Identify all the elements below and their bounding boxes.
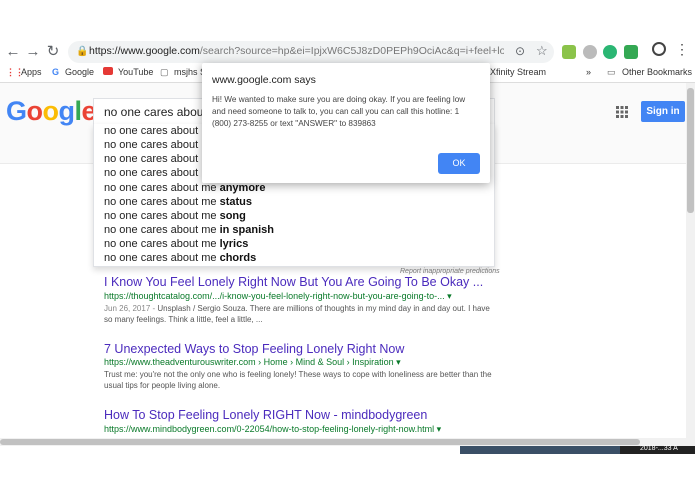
taskbar-item[interactable]: [460, 446, 620, 454]
suggestion-item[interactable]: no one cares about me lyrics: [104, 237, 248, 251]
result-url[interactable]: https://www.mindbodygreen.com/0-22054/ho…: [104, 424, 441, 435]
suggestion-item[interactable]: no one cares about me status: [104, 195, 252, 209]
grammar-extension-icon[interactable]: [624, 45, 638, 59]
result-title-link[interactable]: How To Stop Feeling Lonely RIGHT Now - m…: [104, 408, 427, 422]
suggestion-item[interactable]: no one cares about me song: [104, 209, 246, 223]
taskbar-clock: 2018-...33 A: [640, 445, 678, 452]
suggestion-item[interactable]: no one cares about m: [104, 138, 210, 152]
result-url[interactable]: https://www.theadventurouswriter.com › H…: [104, 357, 401, 368]
location-target-icon[interactable]: ⊙: [515, 44, 525, 58]
extension-m-icon[interactable]: [603, 45, 617, 59]
bookmark-google[interactable]: Google: [65, 67, 94, 77]
bookmark-other-bookmarks[interactable]: Other Bookmarks: [622, 67, 692, 77]
browser-menu-icon[interactable]: ⋮: [675, 41, 689, 58]
dialog-title: www.google.com says: [212, 74, 316, 86]
result-url[interactable]: https://thoughtcatalog.com/.../i-know-yo…: [104, 291, 452, 302]
bookmark-star-icon[interactable]: ☆: [536, 43, 548, 59]
dialog-message: Hi! We wanted to make sure you are doing…: [212, 95, 466, 128]
vertical-scrollbar-thumb[interactable]: [687, 88, 694, 213]
horizontal-scrollbar-thumb[interactable]: [0, 439, 640, 445]
suggestion-item[interactable]: no one cares about m: [104, 152, 210, 166]
result-title-link[interactable]: I Know You Feel Lonely Right Now But You…: [104, 275, 483, 289]
result-snippet: Trust me: you're not the only one who is…: [104, 370, 492, 390]
folder-icon: ▭: [607, 67, 616, 77]
sign-in-button[interactable]: Sign in: [641, 101, 685, 122]
youtube-icon: [103, 67, 113, 75]
back-arrow-icon[interactable]: ←: [4, 43, 22, 61]
google-g-icon: G: [52, 67, 60, 77]
suggestion-item[interactable]: no one cares about m: [104, 124, 210, 138]
bookmark-xfinity-stream[interactable]: Xfinity Stream: [490, 67, 546, 77]
bookmarks-overflow-chevron[interactable]: »: [586, 67, 591, 77]
ok-button[interactable]: OK: [438, 153, 480, 174]
google-apps-icon[interactable]: [616, 106, 628, 118]
bookmark-apps[interactable]: Apps: [21, 67, 42, 77]
result-title-link[interactable]: 7 Unexpected Ways to Stop Feeling Lonely…: [104, 342, 404, 356]
result-snippet: Jun 26, 2017 - Unsplash / Sergio Souza. …: [104, 304, 490, 324]
suggestion-item[interactable]: no one cares about me anymore: [104, 181, 265, 195]
extension-icon[interactable]: [562, 45, 576, 59]
reload-icon[interactable]: ↻: [44, 43, 62, 61]
suggestion-item[interactable]: no one cares about me in spanish: [104, 223, 274, 237]
page-icon: ▢: [160, 67, 169, 77]
address-bar-url[interactable]: https://www.google.com/search?source=hp&…: [89, 45, 504, 57]
google-logo[interactable]: Google: [6, 96, 97, 127]
forward-arrow-icon[interactable]: →: [24, 43, 42, 61]
drive-extension-icon[interactable]: [583, 45, 597, 59]
report-predictions-link[interactable]: Report inappropriate predictions: [400, 268, 500, 275]
browser-tab-strip: [0, 0, 695, 38]
suggestion-item[interactable]: no one cares about me chords: [104, 251, 256, 265]
lock-icon[interactable]: 🔒: [76, 46, 88, 57]
profile-avatar-icon[interactable]: [652, 42, 666, 56]
bookmark-youtube[interactable]: YouTube: [118, 67, 153, 77]
suggestion-item[interactable]: no one cares about m: [104, 166, 210, 180]
